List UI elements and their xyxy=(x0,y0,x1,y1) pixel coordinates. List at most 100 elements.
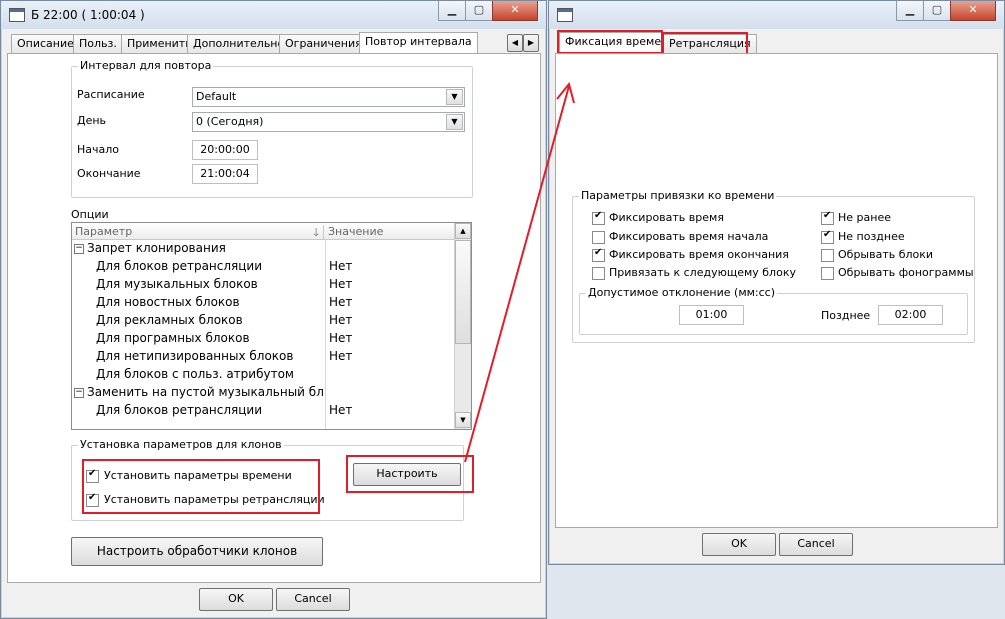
left-tab-strip: Описание Польз. Применить Дополнительно … xyxy=(11,32,541,54)
schedule-label: Расписание xyxy=(77,88,145,101)
cut-phonograms-label[interactable]: Обрывать фонограммы xyxy=(838,266,974,279)
collapse-icon[interactable]: − xyxy=(74,244,84,254)
later-deviation-input[interactable]: 02:00 xyxy=(878,305,943,325)
list-item[interactable]: Для блоков ретрансляции Нет xyxy=(72,402,452,420)
options-grid: Параметр 🡓 Значение − Запрет клонирования… xyxy=(71,222,472,430)
list-item[interactable]: − Заменить на пустой музыкальный блок xyxy=(72,384,452,402)
list-item[interactable]: Для новостных блоков Нет xyxy=(72,294,452,312)
fix-time-checkbox[interactable] xyxy=(592,210,605,225)
option-param-label: Для блоков с польз. атрибутом xyxy=(96,367,294,381)
option-value[interactable]: Нет xyxy=(329,313,352,327)
day-select[interactable]: 0 (Сегодня) ▼ xyxy=(192,112,465,132)
deviation-group-title: Допустимое отклонение (мм:сс) xyxy=(586,286,778,299)
cut-blocks-checkbox[interactable] xyxy=(821,249,834,262)
start-time-input[interactable]: 20:00:00 xyxy=(192,140,258,160)
scroll-thumb[interactable] xyxy=(455,240,471,344)
collapse-icon[interactable]: − xyxy=(74,388,84,398)
minimize-button[interactable]: ▁ xyxy=(896,1,924,21)
earlier-deviation-input[interactable]: 01:00 xyxy=(679,305,744,325)
option-param-label: Для блоков ретрансляции xyxy=(96,403,263,417)
highlight-configure-button xyxy=(346,455,474,493)
schedule-value: Default xyxy=(196,90,237,103)
option-param-label: Заменить на пустой музыкальный блок xyxy=(87,385,323,399)
col-param-header[interactable]: Параметр 🡓 xyxy=(75,225,324,239)
option-param-label: Запрет клонирования xyxy=(87,241,226,255)
chevron-down-icon[interactable]: ▼ xyxy=(446,114,463,130)
right-ok-button[interactable]: OK xyxy=(702,533,776,556)
highlight-clone-checkboxes xyxy=(82,459,320,514)
fix-end-checkbox[interactable] xyxy=(592,247,605,262)
option-value[interactable]: Нет xyxy=(329,277,352,291)
not-earlier-checkbox[interactable] xyxy=(821,210,834,225)
scroll-down-button[interactable]: ▼ xyxy=(455,412,471,428)
tab-description[interactable]: Описание xyxy=(11,34,80,53)
option-value[interactable]: Нет xyxy=(329,259,352,273)
not-later-label[interactable]: Не позднее xyxy=(838,230,905,243)
col-value-header[interactable]: Значение xyxy=(328,225,383,238)
list-item[interactable]: Для програмных блоков Нет xyxy=(72,330,452,348)
list-item[interactable]: Для музыкальных блоков Нет xyxy=(72,276,452,294)
minimize-button[interactable]: ▁ xyxy=(438,1,466,21)
deviation-group: Допустимое отклонение (мм:сс) 01:00 Позд… xyxy=(579,286,968,335)
cut-blocks-label[interactable]: Обрывать блоки xyxy=(838,248,933,261)
tab-repeat-interval[interactable]: Повтор интервала xyxy=(359,32,478,53)
schedule-select[interactable]: Default ▼ xyxy=(192,87,465,107)
option-value[interactable]: Нет xyxy=(329,403,352,417)
option-param-label: Для програмных блоков xyxy=(96,331,250,345)
tab-user[interactable]: Польз. xyxy=(73,34,123,53)
left-titlebar[interactable]: Б 22:00 ( 1:00:04 ) ▁ ▢ ✕ xyxy=(1,1,546,29)
option-param-label: Для рекламных блоков xyxy=(96,313,243,327)
fix-end-label[interactable]: Фиксировать время окончания xyxy=(609,248,789,261)
tab-restrictions[interactable]: Ограничения xyxy=(279,34,368,53)
left-ok-button[interactable]: OK xyxy=(199,588,273,611)
left-tab-panel: Интервал для повтора Расписание Default … xyxy=(7,53,541,583)
binding-group-title: Параметры привязки ко времени xyxy=(579,189,777,202)
right-dialog-window: ▁ ▢ ✕ Фиксация времени Ретрансляция Пара… xyxy=(548,0,1005,565)
day-label: День xyxy=(77,114,107,127)
fix-start-checkbox[interactable] xyxy=(592,231,605,244)
bind-next-label[interactable]: Привязать к следующему блоку xyxy=(609,266,796,279)
binding-group: Параметры привязки ко времени Фиксироват… xyxy=(572,189,975,343)
option-param-label: Для музыкальных блоков xyxy=(96,277,258,291)
right-titlebar[interactable]: ▁ ▢ ✕ xyxy=(549,1,1004,29)
options-label: Опции xyxy=(71,208,109,221)
right-cancel-button[interactable]: Cancel xyxy=(779,533,853,556)
option-param-label: Для нетипизированных блоков xyxy=(96,349,294,363)
fix-start-label[interactable]: Фиксировать время начала xyxy=(609,230,768,243)
options-scrollbar[interactable]: ▲ ▼ xyxy=(454,223,471,429)
fix-time-label[interactable]: Фиксировать время xyxy=(609,211,724,224)
tab-additional[interactable]: Дополнительно xyxy=(187,34,291,53)
end-time-input[interactable]: 21:00:04 xyxy=(192,164,258,184)
list-item[interactable]: − Запрет клонирования xyxy=(72,240,452,258)
interval-group-title: Интервал для повтора xyxy=(78,59,214,72)
bind-next-checkbox[interactable] xyxy=(592,267,605,280)
not-later-checkbox[interactable] xyxy=(821,229,834,244)
start-label: Начало xyxy=(77,143,120,156)
list-item[interactable]: Для рекламных блоков Нет xyxy=(72,312,452,330)
highlight-time-fixation-tab xyxy=(557,30,663,54)
list-item[interactable]: Для блоков с польз. атрибутом xyxy=(72,366,452,384)
day-value: 0 (Сегодня) xyxy=(196,115,264,128)
maximize-button[interactable]: ▢ xyxy=(465,1,493,21)
left-dialog-window: Б 22:00 ( 1:00:04 ) ▁ ▢ ✕ Описание Польз… xyxy=(0,0,547,619)
option-param-label: Для блоков ретрансляции xyxy=(96,259,263,273)
clones-group-title: Установка параметров для клонов xyxy=(78,438,284,451)
configure-clone-handlers-button[interactable]: Настроить обработчики клонов xyxy=(71,537,323,566)
maximize-button[interactable]: ▢ xyxy=(923,1,951,21)
tab-scroll-right-button[interactable]: ▶ xyxy=(523,34,539,52)
close-button[interactable]: ✕ xyxy=(950,1,996,21)
option-value[interactable]: Нет xyxy=(329,295,352,309)
later-label: Позднее xyxy=(821,309,871,322)
list-item[interactable]: Для нетипизированных блоков Нет xyxy=(72,348,452,366)
chevron-down-icon[interactable]: ▼ xyxy=(446,89,463,105)
left-cancel-button[interactable]: Cancel xyxy=(276,588,350,611)
list-item[interactable]: Для блоков ретрансляции Нет xyxy=(72,258,452,276)
close-button[interactable]: ✕ xyxy=(492,1,538,21)
option-value[interactable]: Нет xyxy=(329,331,352,345)
interval-group: Интервал для повтора Расписание Default … xyxy=(71,59,473,198)
cut-phonograms-checkbox[interactable] xyxy=(821,267,834,280)
not-earlier-label[interactable]: Не ранее xyxy=(838,211,891,224)
option-value[interactable]: Нет xyxy=(329,349,352,363)
scroll-up-button[interactable]: ▲ xyxy=(455,223,471,239)
tab-scroll-left-button[interactable]: ◀ xyxy=(507,34,523,52)
